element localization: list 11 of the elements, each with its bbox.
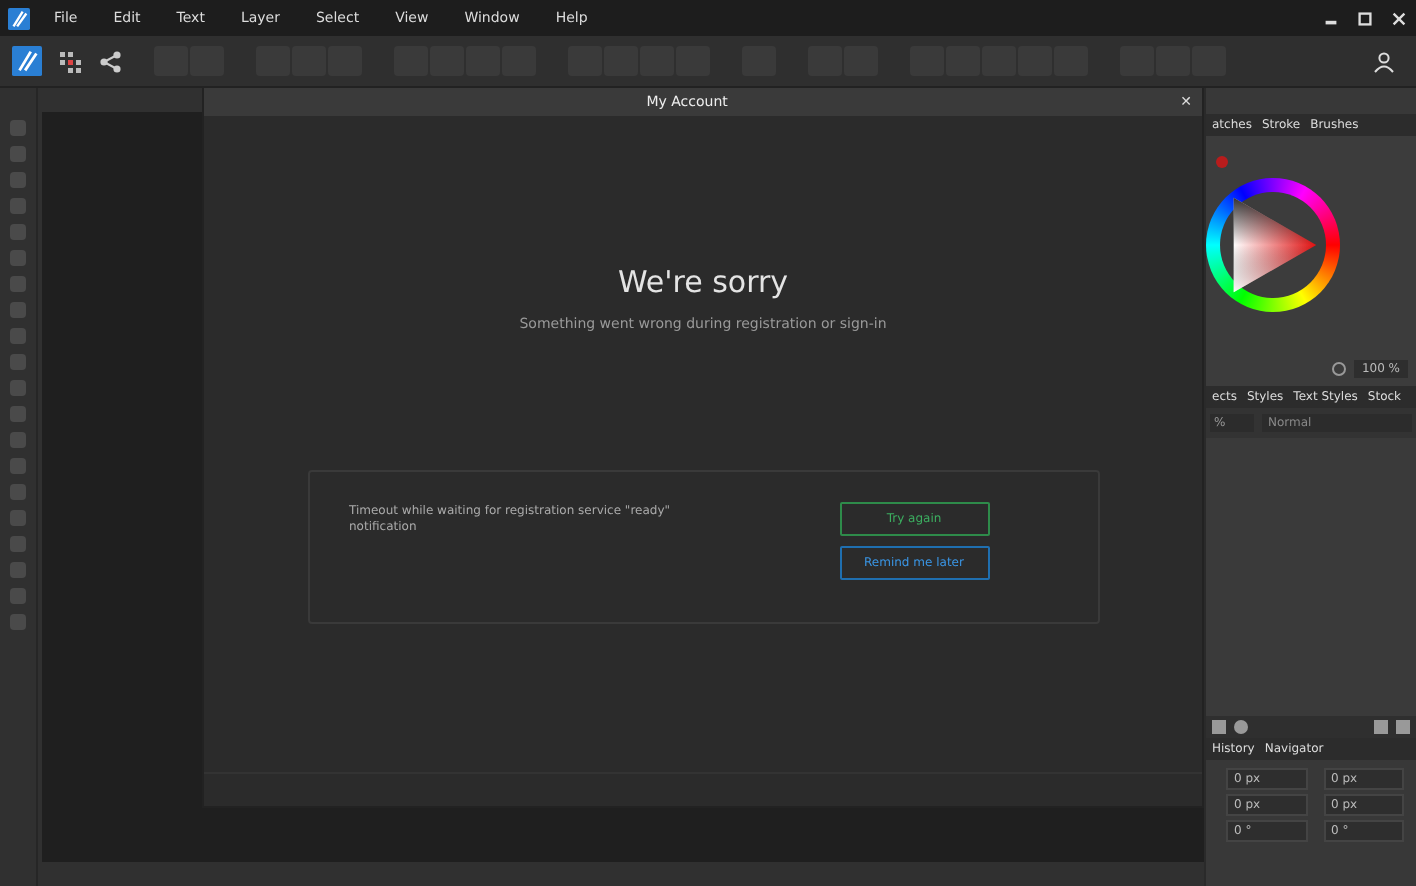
grid-icon[interactable]: [58, 49, 82, 73]
delete-icon[interactable]: [1396, 720, 1410, 734]
share-icon[interactable]: [98, 49, 122, 73]
maximize-icon[interactable]: [1356, 9, 1374, 27]
current-color-dot[interactable]: [1216, 156, 1228, 168]
close-icon[interactable]: [1390, 9, 1408, 27]
persona-logo-icon[interactable]: [12, 46, 42, 76]
app-logo-icon: [8, 7, 30, 29]
opacity-icon: [1331, 362, 1346, 376]
user-icon[interactable]: [1372, 49, 1396, 73]
heading: We're sorry: [617, 264, 789, 300]
